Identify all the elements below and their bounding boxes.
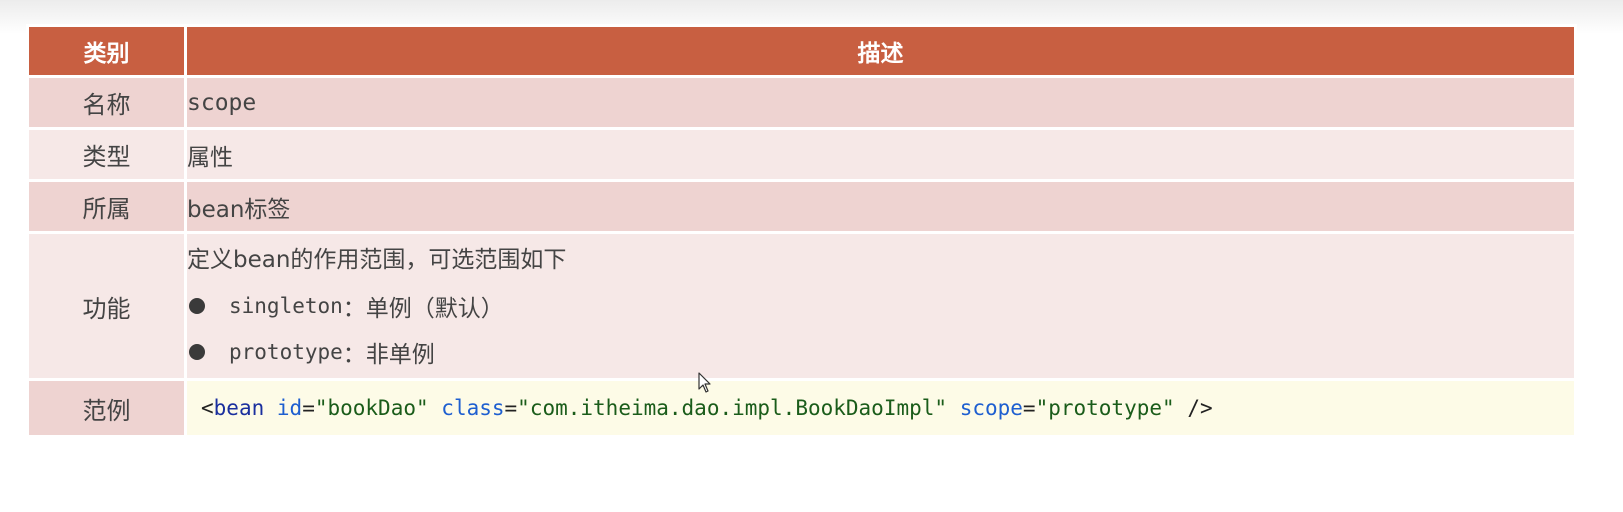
code-attr-id: id: [276, 396, 303, 420]
code-equals: =: [302, 396, 315, 420]
code-value-id: "bookDao": [314, 396, 429, 420]
code-open-bracket: <: [201, 396, 214, 420]
row-value-owner: bean标签: [184, 179, 1577, 234]
row-value-name: scope: [184, 75, 1577, 130]
table-row-name: 名称 scope: [26, 75, 1577, 130]
row-label-name: 名称: [26, 75, 187, 130]
list-item: singleton ：单例（默认）: [187, 283, 1574, 329]
attribute-spec-table: 类别 描述 名称 scope 类型 属性 所属 bean标签 功能 定义bean…: [26, 24, 1577, 438]
row-label-type: 类型: [26, 127, 187, 182]
code-self-close: />: [1187, 396, 1213, 420]
scope-desc-singleton: ：单例（默认）: [342, 296, 504, 322]
table-row-type: 类型 属性: [26, 127, 1577, 182]
row-label-function: 功能: [26, 231, 187, 381]
row-label-owner: 所属: [26, 179, 187, 234]
bullet-icon: [189, 344, 205, 360]
code-value-scope: "prototype": [1035, 396, 1175, 420]
mouse-pointer-icon: [698, 372, 711, 393]
row-value-function: 定义bean的作用范围，可选范围如下 singleton ：单例（默认） pro…: [184, 231, 1577, 381]
scope-desc-prototype: ：非单例: [342, 342, 435, 368]
row-label-example: 范例: [26, 378, 187, 438]
code-attr-scope: scope: [959, 396, 1023, 420]
table-header-row: 类别 描述: [26, 24, 1577, 78]
table-row-example: 范例 <bean id="bookDao" class="com.itheima…: [26, 378, 1577, 438]
code-attr-class: class: [441, 396, 505, 420]
code-equals: =: [504, 396, 518, 420]
code-equals: =: [1022, 396, 1036, 420]
function-intro: 定义bean的作用范围，可选范围如下: [187, 247, 567, 273]
code-example: <bean id="bookDao" class="com.itheima.da…: [184, 378, 1577, 438]
table-row-function: 功能 定义bean的作用范围，可选范围如下 singleton ：单例（默认） …: [26, 231, 1577, 381]
table-row-owner: 所属 bean标签: [26, 179, 1577, 234]
row-value-type: 属性: [184, 127, 1577, 182]
header-category: 类别: [26, 24, 187, 78]
scope-term-prototype: prototype: [229, 340, 343, 364]
header-description: 描述: [184, 24, 1577, 78]
scope-term-singleton: singleton: [229, 294, 343, 318]
code-value-class: "com.itheima.dao.impl.BookDaoImpl": [517, 396, 948, 420]
code-tag-name: bean: [213, 396, 265, 420]
list-item: prototype ：非单例: [187, 329, 1574, 375]
bullet-icon: [189, 298, 205, 314]
